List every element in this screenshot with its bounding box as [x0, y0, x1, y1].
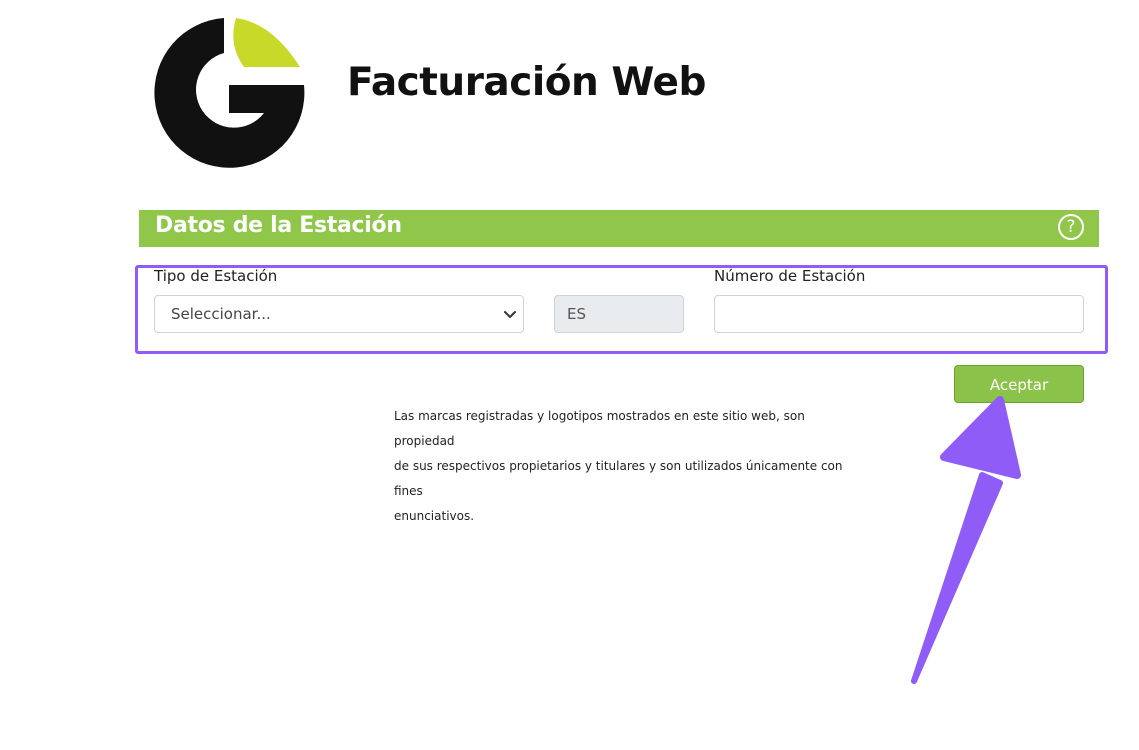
g-logo-icon — [154, 18, 305, 168]
station-prefix-text: ES — [567, 305, 586, 323]
disclaimer-line: Las marcas registradas y logotipos mostr… — [394, 409, 805, 448]
tipo-estacion-label: Tipo de Estación — [154, 267, 278, 285]
help-circle-icon[interactable]: ? — [1058, 214, 1084, 240]
app-title: Facturación Web — [347, 60, 706, 105]
page: Facturación Web Datos de la Estación ? T… — [0, 0, 1139, 750]
numero-estacion-input[interactable] — [714, 295, 1084, 333]
numero-estacion-label: Número de Estación — [714, 267, 866, 285]
section-header: Datos de la Estación ? — [139, 210, 1099, 247]
tipo-estacion-selected-value: Seleccionar... — [171, 305, 271, 323]
disclaimer-text: Las marcas registradas y logotipos mostr… — [394, 404, 854, 529]
arrow-annotation-icon — [911, 396, 1021, 684]
station-prefix-box: ES — [554, 295, 684, 333]
chevron-down-icon — [504, 311, 516, 318]
section-title: Datos de la Estación — [155, 213, 402, 238]
disclaimer-line: de sus respectivos propietarios y titula… — [394, 459, 843, 498]
disclaimer-line: enunciativos. — [394, 509, 475, 523]
tipo-estacion-select[interactable]: Seleccionar... — [154, 295, 524, 333]
